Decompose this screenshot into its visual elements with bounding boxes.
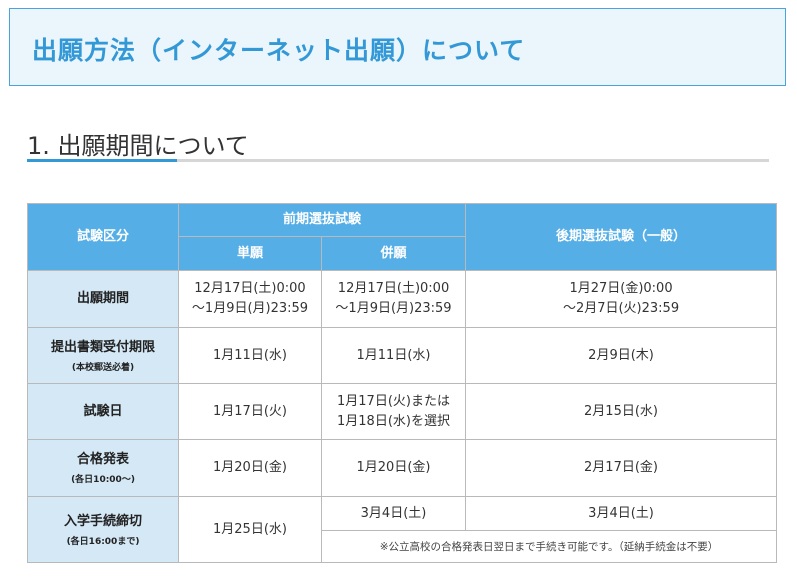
- cell-line: ～2月7日(火)23:59: [562, 301, 680, 316]
- cell-line: 1月18日(水)を選択: [337, 413, 450, 429]
- table-row: 提出書類受付期限 (本校郵送必着) 1月11日(水) 1月11日(水) 2月9日…: [27, 327, 778, 384]
- row-label-text: 合格発表: [76, 452, 129, 467]
- header-early-selection: 前期選抜試験: [177, 203, 467, 237]
- table-row: 合格発表 (各日10:00～) 1月20日(金) 1月20日(金) 2月17日(…: [27, 439, 778, 497]
- cell-single: 12月17日(土)0:00 ～1月9日(月)23:59: [178, 270, 322, 328]
- cell-late: 3月4日(土): [465, 496, 778, 531]
- header-category: 試験区分: [27, 203, 179, 271]
- cell-late: 1月27日(金)0:00 ～2月7日(火)23:59: [465, 270, 778, 328]
- row-label-text: 提出書類受付期限: [50, 339, 155, 355]
- page-title: 出願方法（インターネット出願）について: [32, 36, 526, 65]
- header-single: 単願: [178, 236, 322, 271]
- header-combined: 併願: [320, 236, 467, 271]
- table-row: 出願期間 12月17日(土)0:00 ～1月9日(月)23:59 12月17日(…: [27, 270, 778, 328]
- cell-combined: 1月11日(水): [320, 327, 467, 384]
- section-heading: 1. 出願期間について: [27, 132, 249, 160]
- cell-combined: 1月17日(火)または 1月18日(水)を選択: [320, 383, 467, 440]
- row-label: 提出書類受付期限 (本校郵送必着): [27, 327, 179, 384]
- cell-combined: 12月17日(土)0:00 ～1月9日(月)23:59: [320, 270, 467, 328]
- row-label: 出願期間: [27, 270, 179, 328]
- row-label: 合格発表 (各日10:00～): [27, 439, 179, 497]
- row-label-text: 出願期間: [76, 291, 129, 306]
- cell-late: 2月9日(木): [465, 327, 778, 384]
- cell-single: 1月11日(水): [178, 327, 322, 384]
- cell-combined: 1月20日(金): [320, 439, 467, 497]
- row-label-sub: (本校郵送必着): [71, 362, 135, 373]
- cell-single: 1月17日(火): [178, 383, 322, 440]
- cell-line: 1月27日(金)0:00: [569, 281, 673, 296]
- section-heading-accent: [27, 159, 177, 162]
- row-label: 試験日: [27, 383, 179, 440]
- row-label-sub: (各日10:00～): [71, 475, 135, 485]
- cell-line: ～1月9日(月)23:59: [335, 301, 452, 316]
- cell-combined: 3月4日(土): [320, 496, 467, 531]
- application-schedule-table: 試験区分 前期選抜試験 後期選抜試験（一般） 単願 併願 出願期間 12月17日…: [27, 203, 778, 563]
- row-label: 入学手続締切 (各日16:00まで): [27, 496, 179, 563]
- cell-single: 1月25日(水): [178, 496, 322, 563]
- cell-line: 1月17日(火)または: [337, 393, 450, 409]
- cell-late: 2月15日(水): [465, 383, 778, 440]
- cell-single: 1月20日(金): [178, 439, 322, 497]
- header-late-selection: 後期選抜試験（一般）: [465, 203, 778, 271]
- page-title-box: 出願方法（インターネット出願）について: [9, 8, 786, 86]
- cell-line: 12月17日(土)0:00: [194, 281, 306, 296]
- cell-line: ～1月9日(月)23:59: [191, 301, 309, 316]
- table-row: 試験日 1月17日(火) 1月17日(火)または 1月18日(水)を選択 2月1…: [27, 383, 778, 440]
- table-header-row: 試験区分 前期選抜試験 後期選抜試験（一般）: [27, 203, 778, 271]
- deadline-note: ※公立高校の合格発表日翌日まで手続き可能です。（延納手続金は不要）: [320, 530, 778, 563]
- row-label-sub: (各日16:00まで): [66, 536, 140, 547]
- table-row: 入学手続締切 (各日16:00まで) 1月25日(水) 3月4日(土) 3月4日…: [27, 496, 778, 563]
- cell-line: 12月17日(土)0:00: [337, 281, 450, 296]
- row-label-text: 試験日: [83, 403, 123, 419]
- cell-late: 2月17日(金): [465, 439, 778, 497]
- row-label-text: 入学手続締切: [63, 513, 142, 529]
